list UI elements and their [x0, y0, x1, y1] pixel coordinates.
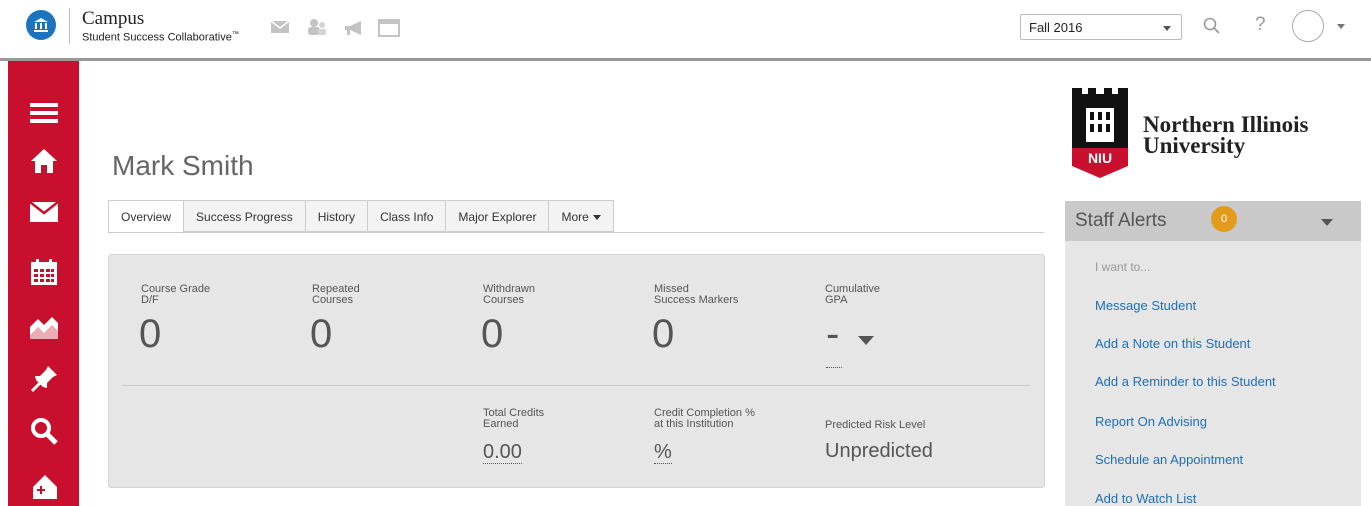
credit-completion-label: Credit Completion % at this Institution [654, 408, 755, 430]
message-student-link[interactable]: Message Student [1095, 298, 1196, 313]
staff-alerts-count-badge: 0 [1211, 206, 1237, 232]
course-grade-value[interactable]: 0 [139, 312, 161, 357]
tab-more[interactable]: More [549, 200, 614, 232]
top-header: Campus Student Success Collaborative™ Fa… [0, 0, 1371, 58]
student-tabs: Overview Success Progress History Class … [108, 200, 614, 234]
tab-more-label: More [561, 210, 589, 224]
help-icon[interactable]: ? [1255, 14, 1277, 35]
tab-overview[interactable]: Overview [108, 200, 185, 234]
gpa-dropdown-icon[interactable] [858, 336, 874, 345]
course-grade-label: Course Grade D/F [141, 284, 210, 306]
sidebar [8, 61, 79, 506]
niu-logo: NIU [1068, 86, 1132, 180]
brand-subtitle-text: Student Success Collaborative [82, 31, 232, 44]
schedule-appointment-link[interactable]: Schedule an Appointment [1095, 452, 1243, 467]
risk-level-label: Predicted Risk Level [825, 419, 926, 431]
tab-history[interactable]: History [305, 200, 369, 232]
cumulative-gpa-value[interactable]: - [826, 312, 839, 357]
tab-success-progress[interactable]: Success Progress [184, 200, 306, 232]
home-icon[interactable] [8, 141, 79, 181]
add-reminder-link[interactable]: Add a Reminder to this Student [1095, 374, 1276, 389]
missed-markers-value[interactable]: 0 [652, 312, 674, 357]
total-credits-label: Total Credits Earned [483, 408, 544, 430]
university-name-line2: University [1143, 133, 1246, 158]
tab-major-explorer[interactable]: Major Explorer [446, 200, 550, 232]
chevron-down-icon[interactable] [1321, 219, 1333, 226]
students-icon[interactable] [307, 18, 329, 36]
university-name: Northern Illinois University [1143, 112, 1309, 158]
chevron-down-icon[interactable] [1337, 24, 1345, 29]
staff-alerts-title: Staff Alerts [1075, 210, 1167, 231]
risk-level-value: Unpredicted [825, 440, 933, 462]
repeated-courses-value[interactable]: 0 [310, 312, 332, 357]
missed-markers-label: Missed Success Markers [654, 284, 738, 306]
mail-icon[interactable] [8, 192, 79, 232]
brand-title: Campus [82, 8, 145, 29]
tabs-divider [108, 232, 1044, 233]
total-credits-value[interactable]: 0.00 [483, 441, 522, 464]
university-name-line1: Northern Illinois [1143, 112, 1309, 137]
brand-subtitle: Student Success Collaborative™ [82, 31, 239, 44]
megaphone-icon[interactable] [343, 20, 365, 38]
student-name: Mark Smith [112, 150, 254, 181]
panel-divider [122, 385, 1030, 386]
missed-markers-label-line2: Success Markers [654, 294, 739, 306]
search-icon[interactable] [8, 411, 79, 451]
report-on-advising-link[interactable]: Report On Advising [1095, 414, 1207, 429]
gpa-underline [826, 367, 842, 368]
term-select[interactable]: Fall 2016 [1020, 14, 1182, 40]
niu-shield-text: NIU [1087, 150, 1113, 166]
chart-icon[interactable] [8, 306, 79, 346]
add-to-watch-list-link[interactable]: Add to Watch List [1095, 491, 1196, 506]
avatar[interactable] [1292, 10, 1324, 42]
logo-divider [69, 8, 70, 44]
course-grade-label-line2: D/F [141, 294, 159, 306]
staff-alerts-header[interactable]: Staff Alerts 0 [1065, 201, 1361, 241]
credit-completion-label-line2: at this Institution [654, 418, 734, 430]
credit-completion-value[interactable]: % [654, 441, 672, 464]
total-credits-label-line2: Earned [483, 418, 519, 430]
menu-icon[interactable] [8, 93, 79, 133]
mail-icon[interactable] [270, 20, 292, 38]
cumulative-gpa-label-line2: GPA [825, 294, 848, 306]
repeated-courses-label: Repeated Courses [312, 284, 360, 306]
withdrawn-courses-label: Withdrawn Courses [483, 284, 535, 306]
tab-class-info[interactable]: Class Info [368, 200, 447, 232]
search-icon[interactable] [1202, 16, 1224, 34]
cumulative-gpa-label: Cumulative GPA [825, 284, 880, 306]
term-select-value: Fall 2016 [1029, 20, 1083, 35]
staff-alerts-body: I want to... Message Student Add a Note … [1065, 241, 1361, 506]
add-note-link[interactable]: Add a Note on this Student [1095, 336, 1250, 351]
campus-logo-icon[interactable] [26, 10, 56, 40]
chevron-down-icon [1163, 26, 1171, 31]
i-want-to-label: I want to... [1095, 260, 1151, 274]
pin-icon[interactable] [8, 359, 79, 399]
withdrawn-courses-label-line2: Courses [483, 294, 524, 306]
header-divider [0, 58, 1371, 61]
window-icon[interactable] [378, 19, 400, 37]
chevron-down-icon [592, 215, 601, 221]
add-tag-icon[interactable] [8, 466, 79, 506]
trademark: ™ [231, 31, 239, 38]
repeated-courses-label-line2: Courses [312, 294, 353, 306]
calendar-icon[interactable] [8, 252, 79, 292]
withdrawn-courses-value[interactable]: 0 [481, 312, 503, 357]
